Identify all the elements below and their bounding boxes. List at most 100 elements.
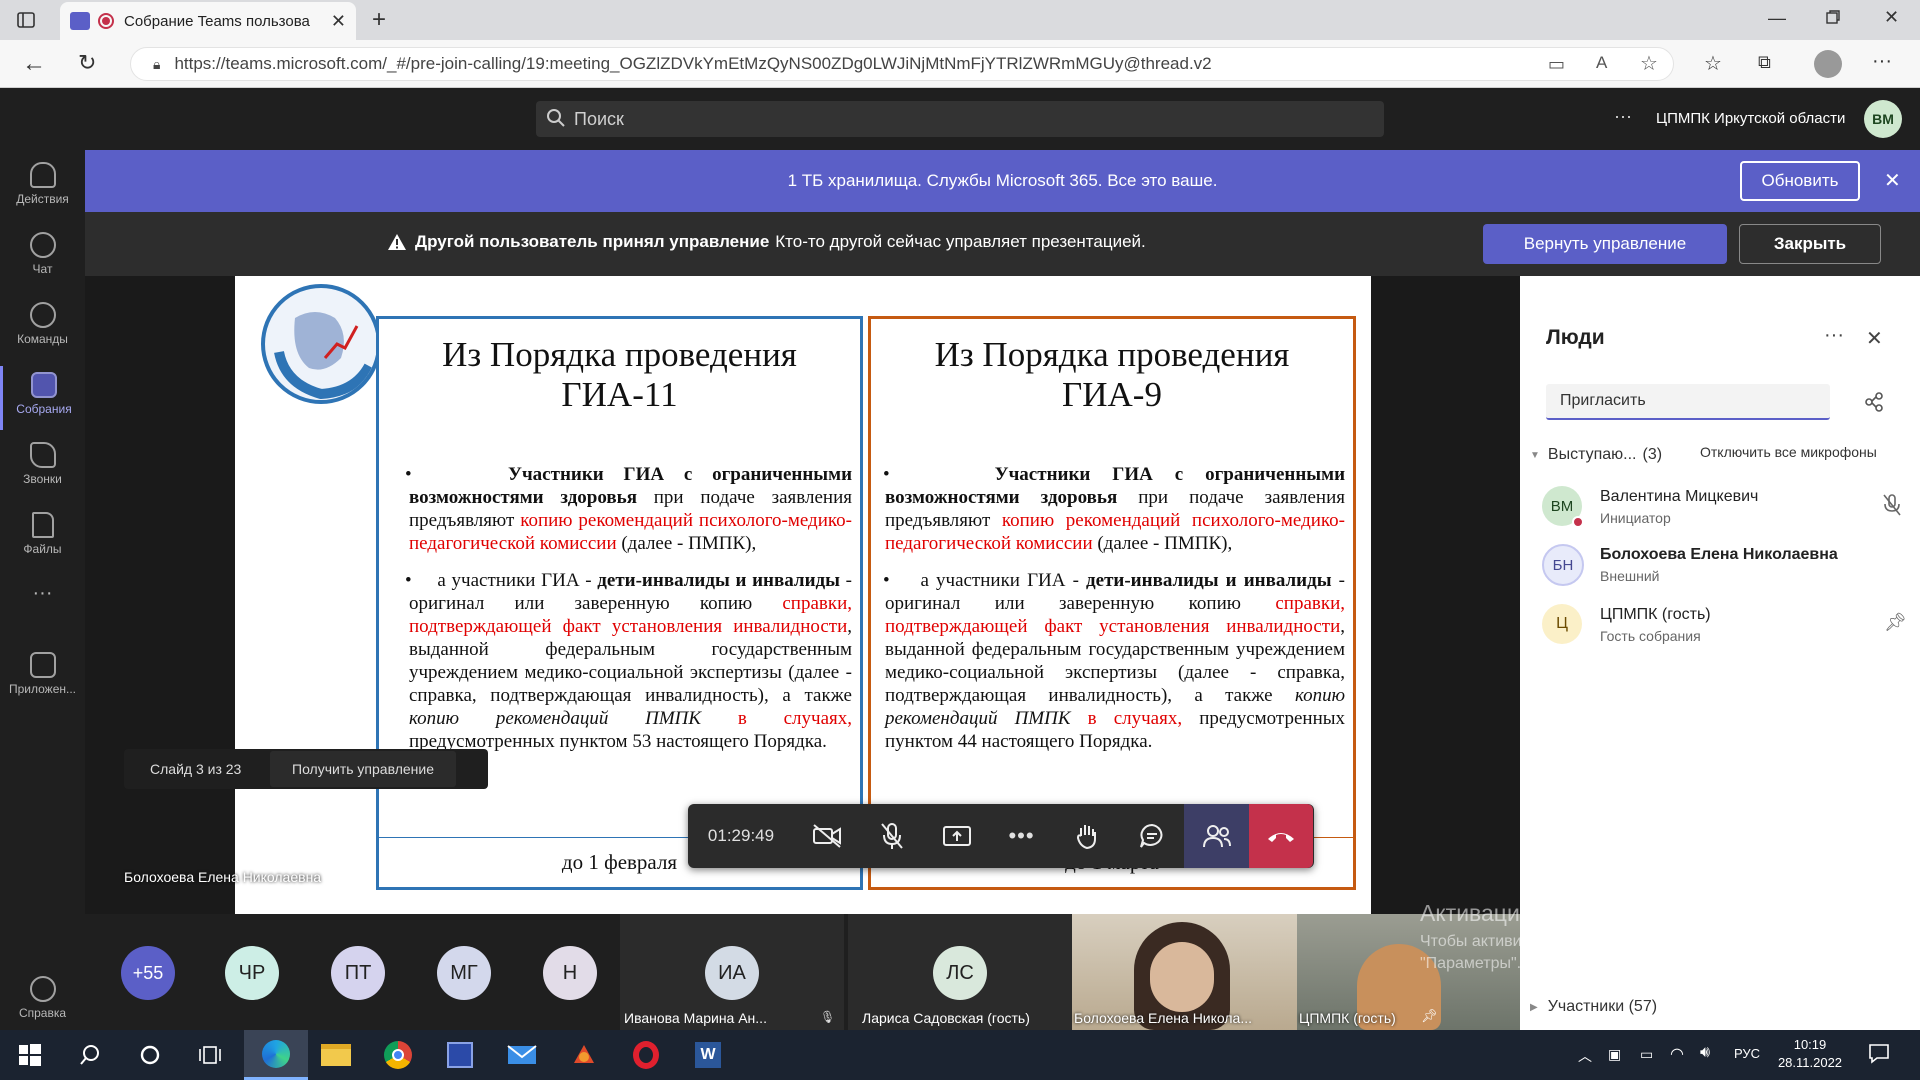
close-tab-icon[interactable]: ✕ [331,11,346,32]
save-app-taskbar-icon[interactable] [430,1030,490,1080]
rail-meetings[interactable]: Собрания [0,366,85,430]
collections-icon[interactable]: ⧉ [1758,52,1771,73]
task-view-icon[interactable] [180,1030,240,1080]
favorites-icon[interactable]: ☆ [1704,51,1722,76]
close-banner-icon[interactable]: ✕ [1884,168,1901,193]
more-actions-icon[interactable]: ••• [989,804,1054,868]
rail-more-icon[interactable]: ··· [0,582,85,646]
mute-all-button[interactable]: Отключить все микрофоны [1700,444,1877,460]
warning-icon [387,233,407,251]
notifications-icon[interactable] [1868,1042,1890,1064]
url-field[interactable]: 🔒︎ https://teams.microsoft.com/_#/pre-jo… [130,47,1674,81]
gia9-paragraph-1: • Участники ГИА с ограниченными возможно… [883,464,1346,554]
update-button[interactable]: Обновить [1740,161,1860,201]
tray-chevron-icon[interactable]: ︿ [1578,1046,1592,1066]
org-name[interactable]: ЦПМПК Иркутской области [1656,110,1845,127]
slide-controls: Слайд 3 из 23 Получить управление [124,749,488,789]
edge-taskbar-icon[interactable] [244,1030,308,1080]
read-aloud-icon[interactable]: A [1596,53,1607,73]
camera-off-icon[interactable] [794,804,859,868]
word-taskbar-icon[interactable]: W [678,1030,738,1080]
close-control-button[interactable]: Закрыть [1739,224,1881,264]
minimize-icon[interactable]: — [1768,8,1786,29]
tab-actions-icon[interactable] [16,10,36,30]
chat-icon[interactable] [1119,804,1184,868]
profile-icon[interactable] [1814,50,1842,78]
organization-logo [261,284,381,404]
participant-face [1150,942,1214,1012]
take-control-button[interactable]: Получить управление [270,751,456,787]
user-avatar[interactable]: ВМ [1864,100,1902,138]
meeting-timer: 01:29:49 [707,826,775,845]
more-options-icon[interactable]: ··· [1614,106,1632,127]
rail-activity[interactable]: Действия [0,156,85,220]
share-screen-icon[interactable] [924,804,989,868]
rail-teams[interactable]: Команды [0,296,85,360]
maximize-icon[interactable] [1826,10,1840,24]
tab-title: Собрание Teams пользова [124,12,310,30]
video-tile[interactable]: ИА Иванова Марина Ан... 🎙︎ [620,914,844,1030]
clock[interactable]: 10:19 28.11.2022 [1770,1036,1850,1072]
presenters-section[interactable]: ▼ Выступаю... (3) [1530,446,1662,464]
video-tile[interactable]: ЛС Лариса Садовская (гость) [848,914,1072,1030]
add-favorite-icon[interactable]: ☆ [1640,51,1658,76]
search-input[interactable]: Поиск [536,101,1384,137]
participants-icon[interactable] [1184,804,1249,868]
overflow-participants[interactable]: +55 [121,946,175,1000]
opera-taskbar-icon[interactable] [616,1030,676,1080]
language-indicator[interactable]: РУС [1734,1046,1760,1061]
refresh-icon[interactable]: ↻ [78,50,96,76]
invite-input[interactable]: Пригласить [1546,384,1830,420]
share-link-icon[interactable] [1864,392,1884,412]
presenter-name: Болохоева Елена Николаевна [124,869,322,885]
avatar[interactable]: ПТ [331,946,385,1000]
pin-icon: 📌︎ [1421,1008,1438,1023]
meet-now-icon[interactable]: ▣ [1608,1046,1621,1063]
file-icon [31,512,54,538]
volume-icon[interactable]: 🔊︎ [1700,1044,1710,1062]
rail-chat[interactable]: Чат [0,226,85,290]
gia11-paragraph-1: • Участники ГИА с ограниченными возможно… [405,464,853,554]
video-tile[interactable]: Болохоева Елена Никола... [1072,914,1297,1030]
avatar: Ц [1542,604,1582,644]
rail-apps[interactable]: Приложен... [0,646,85,710]
browser-menu-icon[interactable]: ··· [1872,50,1892,73]
people-panel: Люди ··· ✕ Пригласить ▼ Выступаю... (3) … [1520,276,1920,1030]
microphone-muted-icon[interactable] [859,804,924,868]
mail-taskbar-icon[interactable] [492,1030,552,1080]
avatar: ЛС [933,946,987,1000]
close-people-icon[interactable]: ✕ [1866,326,1883,351]
chrome-taskbar-icon[interactable] [368,1030,428,1080]
participant-row[interactable]: Ц ЦПМПК (гость) Гость собрания 📌︎ [1542,604,1912,656]
participant-name: Валентина Мицкевич [1600,488,1759,505]
network-icon[interactable]: ▭ [1640,1046,1653,1063]
take-back-control-button[interactable]: Вернуть управление [1483,224,1727,264]
participant-name: Болохоева Елена Николаевна [1600,546,1838,563]
gia11-paragraph-2: • а участники ГИА - дети-инвалиды и инва… [405,570,853,752]
avatar[interactable]: ЧР [225,946,279,1000]
participant-row[interactable]: ВМ Валентина Мицкевич Инициатор [1542,486,1912,538]
rail-help[interactable]: Справка [0,970,85,1034]
avatar[interactable]: МГ [437,946,491,1000]
back-icon[interactable]: ← [22,50,46,78]
start-icon[interactable] [0,1030,60,1080]
close-window-icon[interactable]: ✕ [1884,7,1899,28]
wifi-icon[interactable]: ◠ [1670,1044,1684,1064]
rail-calls[interactable]: Звонки [0,436,85,500]
camera-blocked-icon[interactable]: ▭ [1548,54,1565,75]
participants-section[interactable]: ▶ Участники (57) [1530,998,1657,1016]
raise-hand-icon[interactable] [1054,804,1119,868]
rail-files[interactable]: Файлы [0,506,85,570]
hang-up-icon[interactable] [1249,804,1313,868]
cortana-icon[interactable] [120,1030,180,1080]
explorer-taskbar-icon[interactable] [306,1030,366,1080]
search-icon[interactable] [60,1030,120,1080]
app-taskbar-icon[interactable] [554,1030,614,1080]
avatar[interactable]: Н [543,946,597,1000]
people-more-icon[interactable]: ··· [1824,324,1844,347]
participant-row[interactable]: БН Болохоева Елена Николаевна Внешний [1542,544,1912,596]
new-tab-icon[interactable]: + [372,6,386,34]
browser-tab[interactable]: Собрание Teams пользова ✕ [60,2,356,40]
pin-icon[interactable]: 📌︎ [1884,612,1907,633]
video-tile[interactable]: ЦПМПК (гость) 📌︎ [1297,914,1520,1030]
